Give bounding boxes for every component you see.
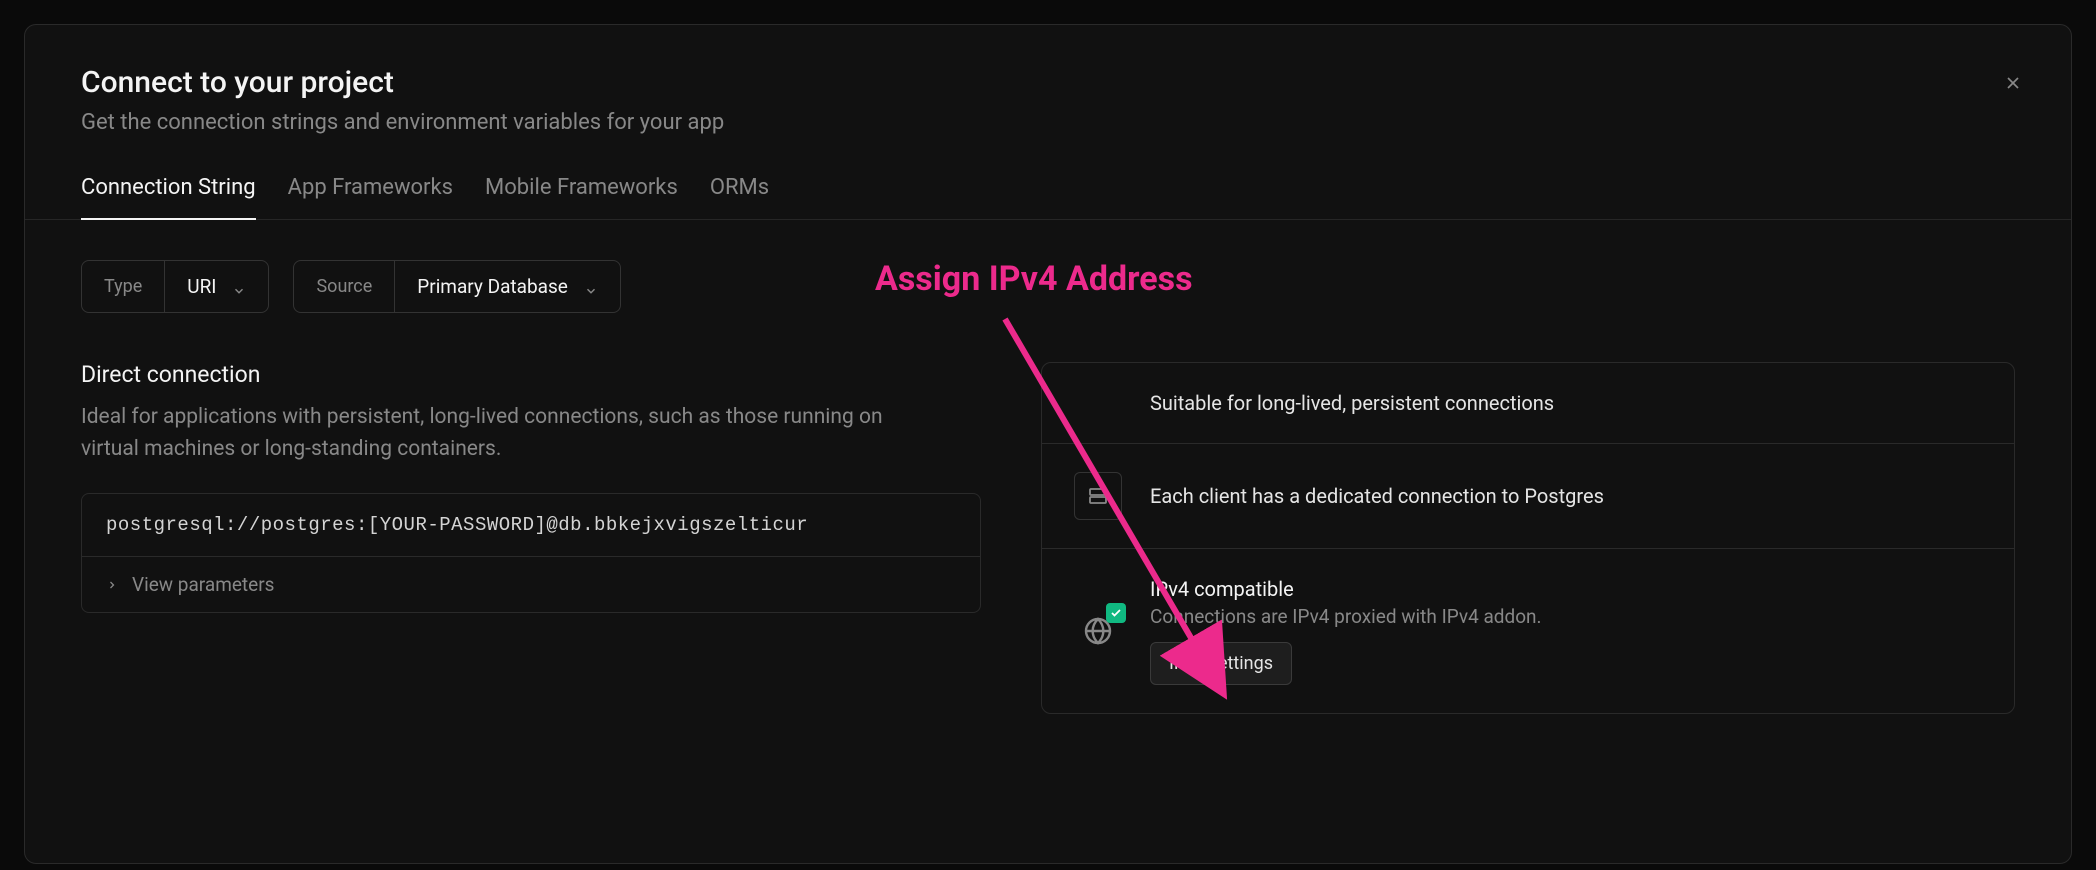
check-badge-icon — [1106, 603, 1126, 623]
info-text: Suitable for long-lived, persistent conn… — [1150, 391, 1982, 415]
ipv4-settings-button[interactable]: IPv4 settings — [1150, 642, 1292, 685]
tab-app-frameworks[interactable]: App Frameworks — [288, 175, 453, 220]
right-column: Suitable for long-lived, persistent conn… — [1041, 260, 2015, 714]
type-selector: Type URI — [81, 260, 269, 313]
tab-mobile-frameworks[interactable]: Mobile Frameworks — [485, 175, 678, 220]
chevron-right-icon — [106, 579, 118, 591]
type-label: Type — [82, 261, 165, 312]
source-label: Source — [294, 261, 395, 312]
tab-orms[interactable]: ORMs — [710, 175, 769, 220]
direct-connection-title: Direct connection — [81, 361, 981, 388]
database-icon — [1074, 472, 1122, 520]
view-parameters-toggle[interactable]: View parameters — [82, 556, 980, 612]
info-row-dedicated: Each client has a dedicated connection t… — [1042, 444, 2014, 549]
modal-title: Connect to your project — [81, 65, 2015, 100]
info-text: Each client has a dedicated connection t… — [1150, 484, 1982, 508]
direct-connection-desc: Ideal for applications with persistent, … — [81, 402, 901, 465]
close-button[interactable] — [1999, 69, 2027, 97]
type-dropdown[interactable]: URI — [165, 261, 268, 312]
source-dropdown[interactable]: Primary Database — [395, 261, 620, 312]
ipv4-title: IPv4 compatible — [1150, 577, 1982, 601]
globe-icon — [1074, 607, 1122, 655]
tab-connection-string[interactable]: Connection String — [81, 175, 256, 220]
modal-header: Connect to your project Get the connecti… — [25, 25, 2071, 135]
type-value: URI — [187, 275, 216, 298]
chevron-down-icon — [232, 280, 246, 294]
info-card: Suitable for long-lived, persistent conn… — [1041, 362, 2015, 714]
left-column: Type URI Source Primary Database — [81, 260, 981, 714]
source-selector: Source Primary Database — [293, 260, 620, 313]
connect-modal: Connect to your project Get the connecti… — [24, 24, 2072, 864]
info-row-persistent: Suitable for long-lived, persistent conn… — [1042, 363, 2014, 444]
close-icon — [2003, 73, 2023, 93]
modal-subtitle: Get the connection strings and environme… — [81, 110, 2015, 135]
view-parameters-label: View parameters — [132, 573, 274, 596]
selector-row: Type URI Source Primary Database — [81, 260, 981, 313]
connection-string-value[interactable]: postgresql://postgres:[YOUR-PASSWORD]@db… — [82, 494, 980, 556]
content-area: Type URI Source Primary Database — [25, 220, 2071, 754]
tabs-bar: Connection String App Frameworks Mobile … — [25, 135, 2071, 220]
info-row-ipv4: IPv4 compatible Connections are IPv4 pro… — [1042, 549, 2014, 713]
connection-string-box: postgresql://postgres:[YOUR-PASSWORD]@db… — [81, 493, 981, 613]
ipv4-subtitle: Connections are IPv4 proxied with IPv4 a… — [1150, 605, 1982, 628]
chevron-down-icon — [584, 280, 598, 294]
source-value: Primary Database — [417, 275, 568, 298]
